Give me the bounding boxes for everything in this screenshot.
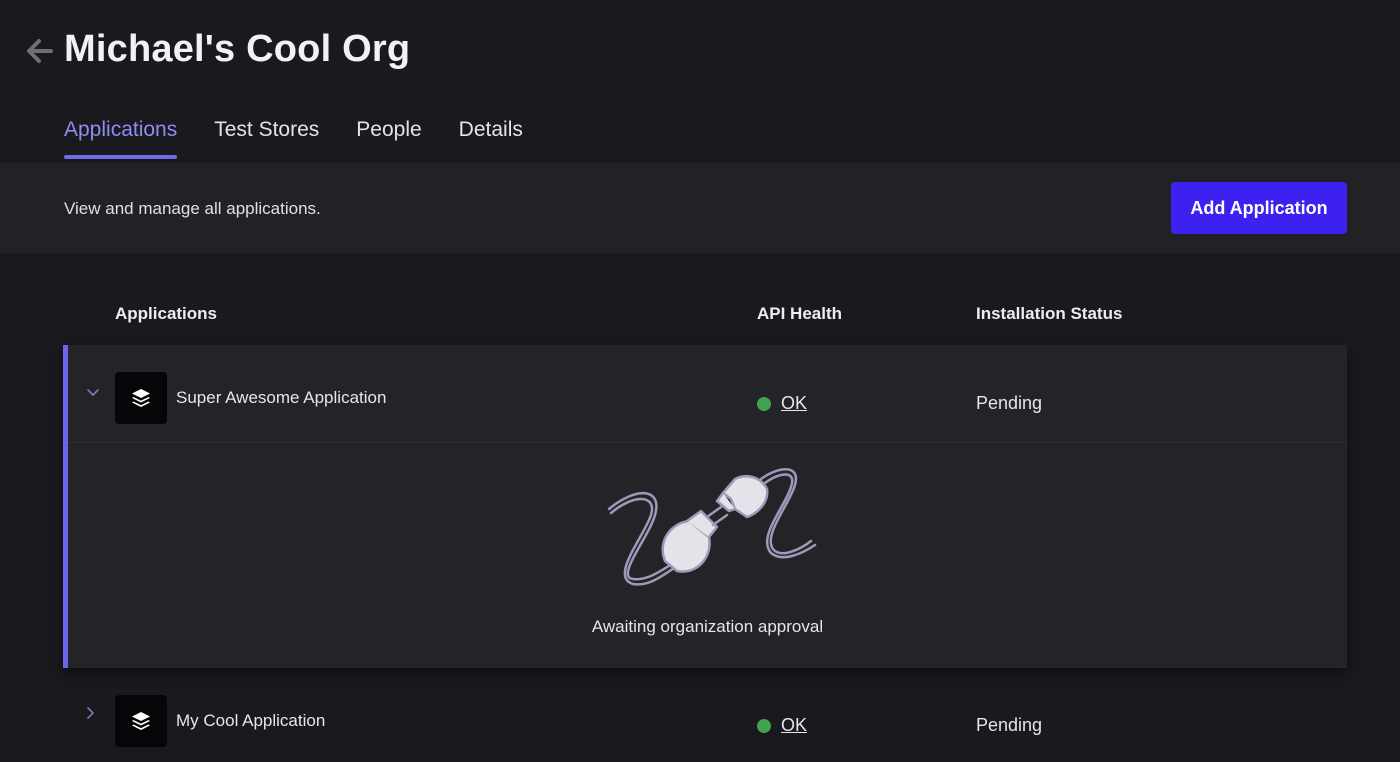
api-health-link[interactable]: OK xyxy=(781,715,807,736)
page-description: View and manage all applications. xyxy=(64,199,321,218)
page-header: Michael's Cool Org Applications Test Sto… xyxy=(0,0,1400,163)
page-title: Michael's Cool Org xyxy=(64,28,411,70)
add-application-button[interactable]: Add Application xyxy=(1171,182,1347,234)
app-icon xyxy=(115,695,167,747)
column-header-installation-status[interactable]: Installation Status xyxy=(976,304,1122,324)
app-icon xyxy=(115,372,167,424)
chevron-down-icon[interactable] xyxy=(86,385,100,399)
table-row[interactable]: Super Awesome Application OK Pending xyxy=(68,345,1347,443)
layers-icon xyxy=(132,389,150,407)
tab-details[interactable]: Details xyxy=(459,118,523,156)
arrow-left-icon[interactable] xyxy=(24,36,54,66)
tab-people[interactable]: People xyxy=(356,118,421,156)
toolbar: View and manage all applications. Add Ap… xyxy=(0,163,1400,253)
api-health-link[interactable]: OK xyxy=(781,393,807,414)
app-name[interactable]: My Cool Application xyxy=(176,711,325,731)
tab-bar: Applications Test Stores People Details xyxy=(64,118,523,159)
tab-applications[interactable]: Applications xyxy=(64,118,178,159)
column-header-api-health[interactable]: API Health xyxy=(757,304,842,324)
health-status-dot xyxy=(757,397,771,411)
table-row-expanded[interactable]: Super Awesome Application OK Pending Awa… xyxy=(63,345,1347,668)
layers-icon xyxy=(132,712,150,730)
table-row[interactable]: My Cool Application OK Pending xyxy=(63,668,1347,762)
installation-status: Pending xyxy=(976,393,1043,413)
column-header-applications[interactable]: Applications xyxy=(115,304,217,324)
chevron-right-icon[interactable] xyxy=(83,706,97,720)
awaiting-approval-message: Awaiting organization approval xyxy=(591,617,824,636)
tab-test-stores[interactable]: Test Stores xyxy=(214,118,319,156)
health-status-dot xyxy=(757,719,771,733)
installation-status: Pending xyxy=(976,715,1043,735)
unplugged-plug-icon xyxy=(607,468,817,586)
app-name[interactable]: Super Awesome Application xyxy=(176,388,386,408)
